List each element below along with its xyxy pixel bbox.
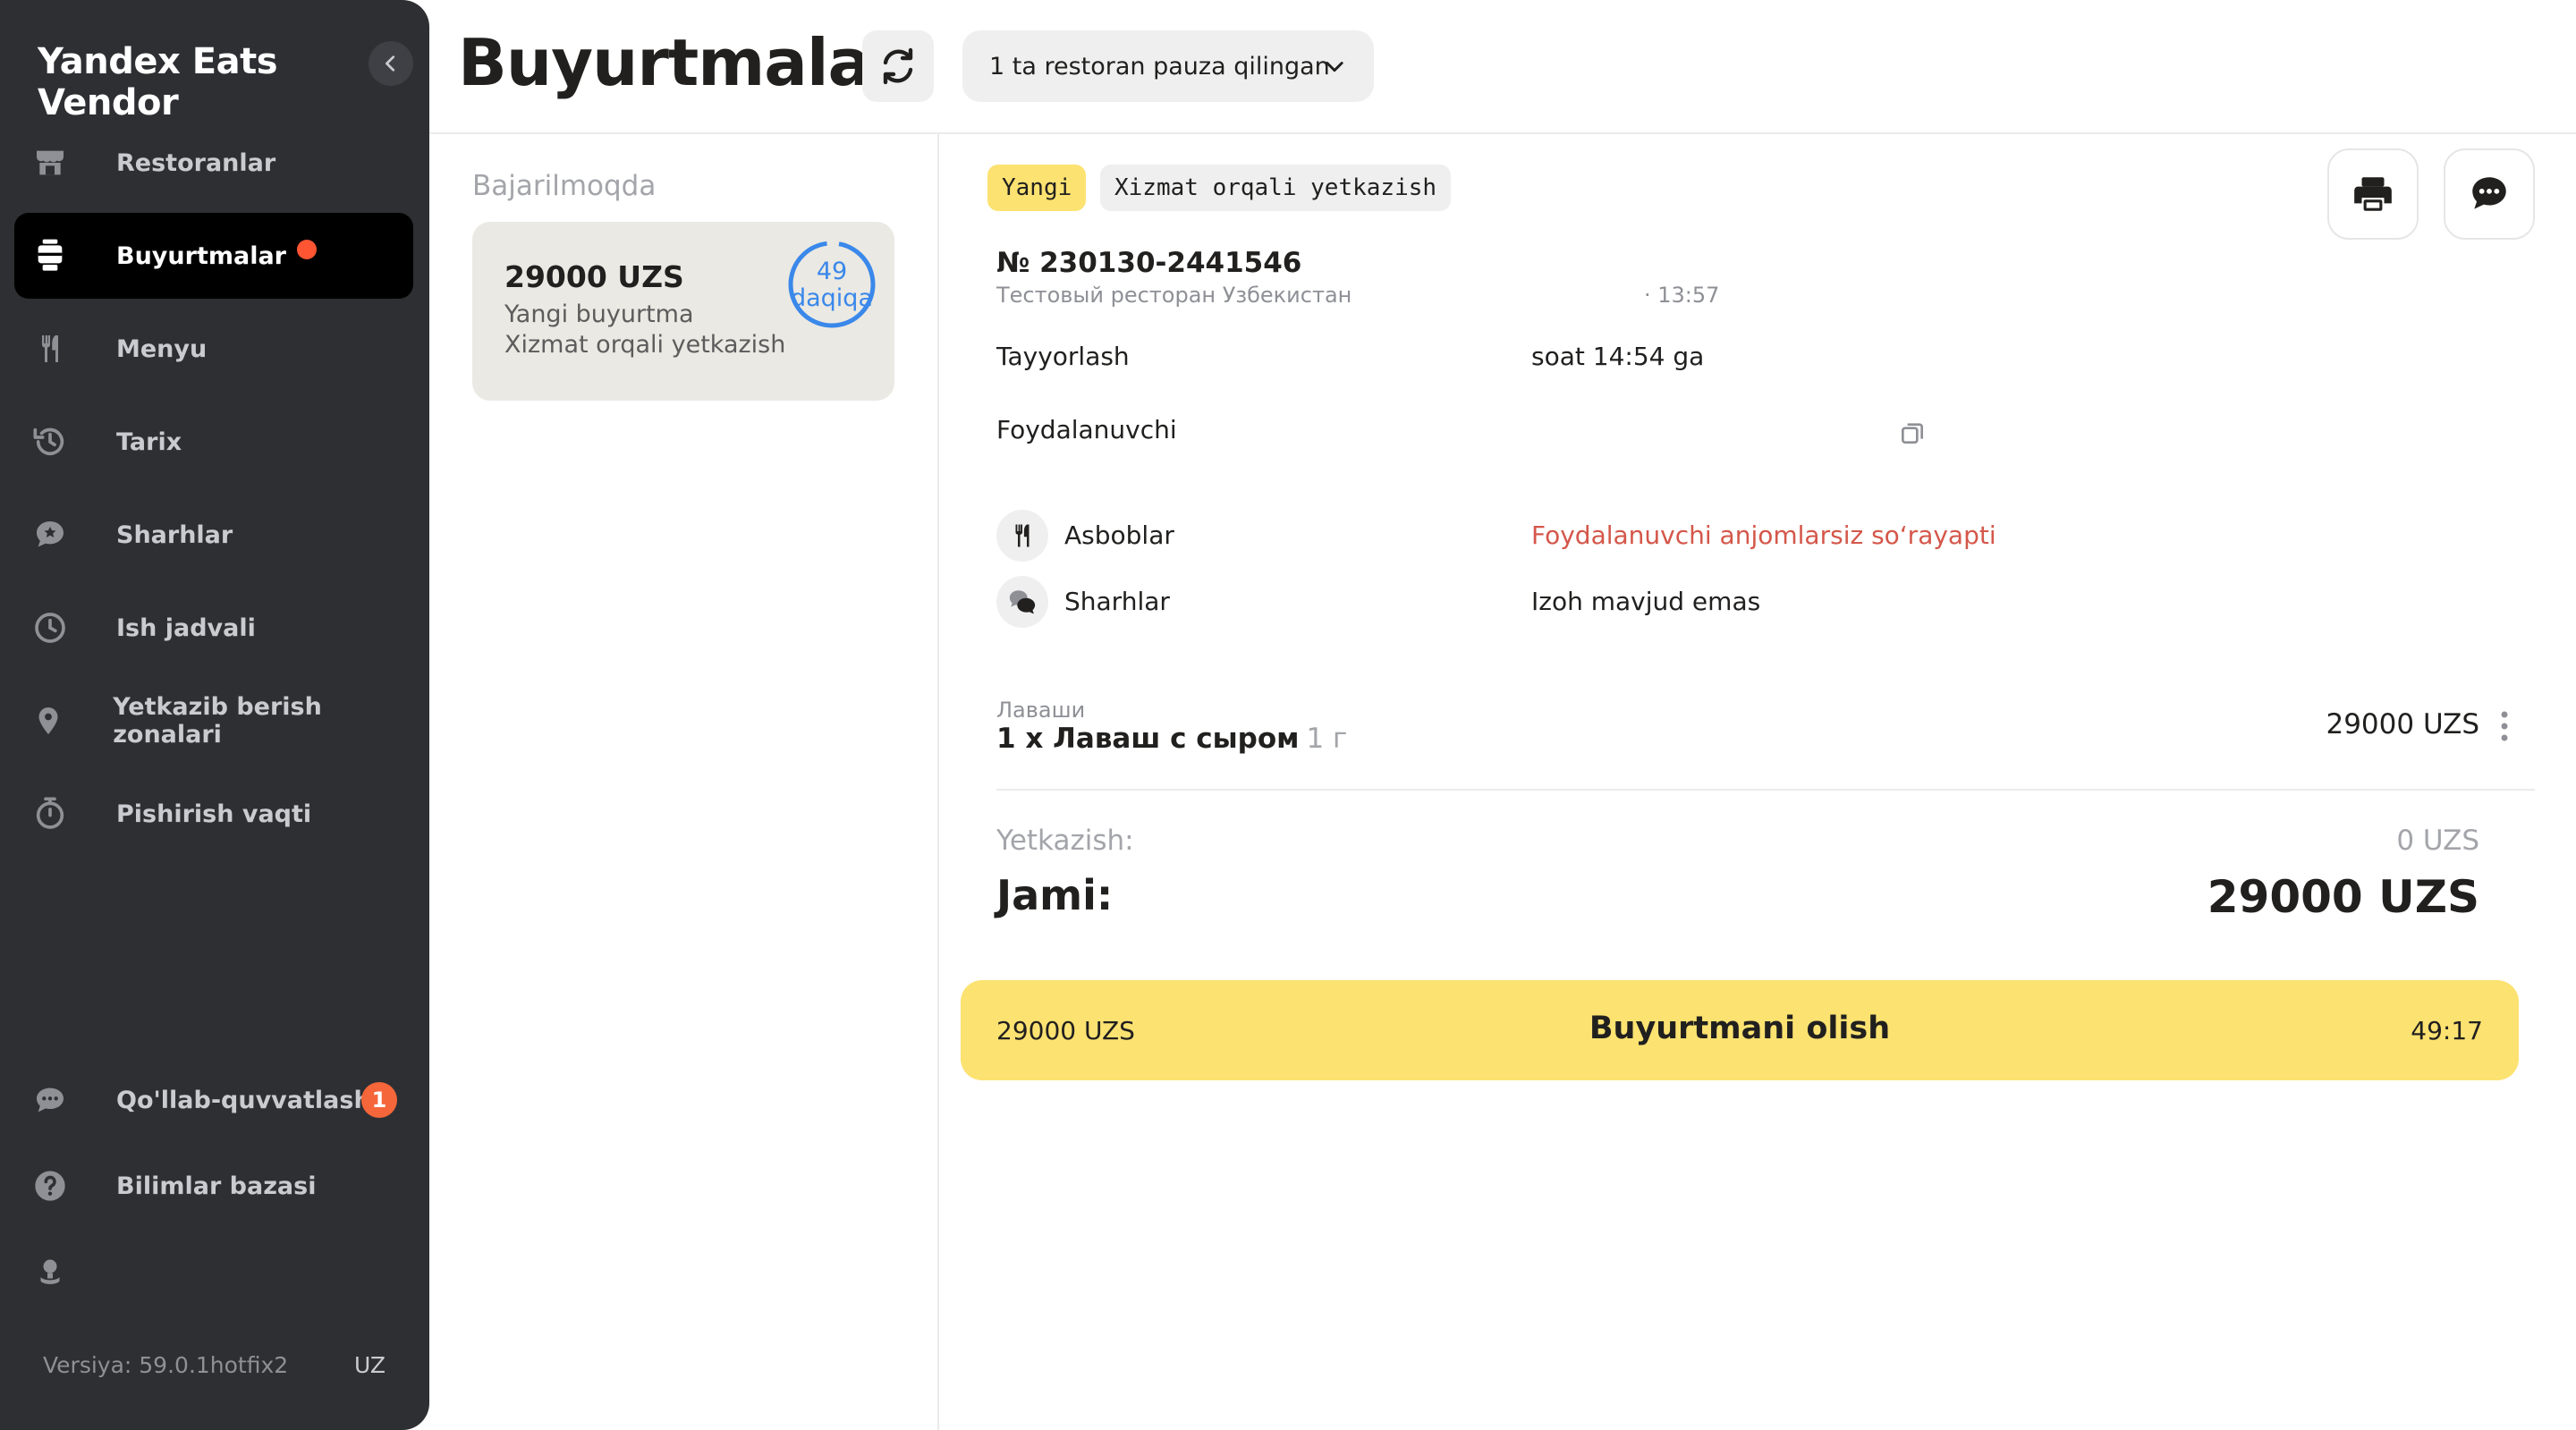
collapse-sidebar-button[interactable] — [369, 41, 413, 86]
sidebar-item-label: Pishirish vaqti — [116, 800, 312, 828]
total-value: 29000 UZS — [2207, 871, 2479, 923]
user-icon — [29, 1250, 72, 1293]
store-icon — [29, 141, 72, 184]
accept-label: Buyurtmani olish — [1589, 1011, 1891, 1046]
sidebar-item-ish-jadvali[interactable]: Ish jadvali — [14, 585, 413, 671]
tools-value: Foydalanuvchi anjomlarsiz so‘rayapti — [1531, 520, 1996, 550]
sidebar-item-label: Bilimlar bazasi — [116, 1172, 317, 1200]
order-card[interactable]: 29000 UZS Yangi buyurtma Xizmat orqali y… — [472, 222, 894, 401]
paused-restaurants-dropdown[interactable]: 1 ta restoran pauza qilingan — [962, 30, 1374, 102]
prepare-value: soat 14:54 ga — [1531, 342, 1705, 371]
delivery-tag: Xizmat orqali yetkazish — [1100, 165, 1452, 211]
sidebar-item-label: Buyurtmalar — [116, 241, 286, 270]
comments-icon-wrap — [996, 576, 1048, 628]
restaurant-name: Тестовый ресторан Узбекистан — [996, 283, 1352, 308]
status-tag: Yangi — [987, 165, 1087, 211]
notification-dot — [297, 240, 317, 259]
timer-value: 49 — [816, 258, 848, 285]
clock-icon — [29, 606, 72, 649]
section-title: Bajarilmoqda — [472, 170, 657, 202]
version-label: Versiya: 59.0.1hotfix2 — [43, 1352, 289, 1378]
sidebar-item-profile[interactable] — [14, 1229, 413, 1315]
sidebar-item-knowledge-base[interactable]: Bilimlar bazasi — [14, 1143, 413, 1229]
prepare-label: Tayyorlash — [996, 342, 1130, 371]
comments-value: Izoh mavjud emas — [1531, 587, 1761, 616]
paused-restaurants-label: 1 ta restoran pauza qilingan — [989, 52, 1330, 80]
summary-divider — [996, 789, 2535, 791]
accept-order-button[interactable]: 29000 UZS Buyurtmani olish 49:17 — [961, 980, 2519, 1080]
sidebar-item-restoranlar[interactable]: Restoranlar — [14, 120, 413, 206]
order-card-timer: 49 daqiqa — [787, 240, 877, 329]
timer-unit: daqiqa — [790, 284, 873, 312]
delivery-fee-value: 0 UZS — [2396, 825, 2479, 857]
customer-label: Foydalanuvchi — [996, 415, 1177, 444]
location-pin-icon — [29, 699, 68, 742]
delivery-fee-label: Yetkazish: — [996, 825, 1134, 857]
item-weight: 1 г — [1306, 723, 1348, 755]
item-name: 1 x Лаваш с сыром — [996, 723, 1300, 755]
sidebar-item-support[interactable]: Qo'llab-quvvatlash 1 — [14, 1057, 413, 1143]
help-icon — [29, 1164, 72, 1207]
sidebar: Yandex Eats Vendor Restoranlar Buyurtmal… — [0, 0, 429, 1430]
chevron-down-icon — [1326, 62, 1343, 72]
order-card-price: 29000 UZS — [504, 259, 684, 294]
comments-label: Sharhlar — [1064, 587, 1170, 616]
stopwatch-icon — [29, 792, 72, 835]
chevron-left-icon — [386, 55, 395, 72]
sidebar-item-label: Qo'llab-quvvatlash — [116, 1086, 371, 1114]
page-title: Buyurtmalar — [458, 25, 902, 100]
item-category: Лаваши — [996, 698, 1086, 723]
sidebar-item-label: Restoranlar — [116, 148, 276, 177]
sidebar-item-label: Ish jadvali — [116, 613, 256, 642]
total-label: Jami: — [996, 871, 1114, 919]
sidebar-item-label: Yetkazib berish zonalari — [113, 693, 322, 749]
tools-icon-wrap — [996, 510, 1048, 562]
support-badge: 1 — [361, 1082, 397, 1118]
accept-timer: 49:17 — [2411, 1016, 2483, 1045]
language-switch[interactable]: UZ — [354, 1352, 386, 1378]
orders-icon — [29, 234, 72, 277]
sidebar-item-pishirish-vaqti[interactable]: Pishirish vaqti — [14, 771, 413, 857]
sidebar-item-label: Sharhlar — [116, 520, 233, 549]
chat-icon — [2472, 177, 2506, 209]
sidebar-item-sharhlar[interactable]: Sharhlar — [14, 492, 413, 578]
fork-knife-icon — [1015, 524, 1030, 547]
sidebar-item-label: Menyu — [116, 334, 208, 363]
sidebar-item-tarix[interactable]: Tarix — [14, 399, 413, 485]
comments-icon — [1009, 590, 1036, 614]
refresh-icon — [883, 47, 913, 85]
order-card-status: Yangi buyurtma — [504, 300, 694, 328]
support-chat-icon — [29, 1079, 72, 1121]
refresh-button[interactable] — [862, 30, 934, 102]
copy-icon[interactable] — [1898, 419, 1927, 447]
order-item: 1 x Лаваш с сыром 1 г — [996, 723, 1347, 755]
tools-label: Asboblar — [1064, 520, 1174, 550]
order-card-delivery-type: Xizmat orqali yetkazish — [504, 331, 786, 359]
print-button[interactable] — [2327, 148, 2419, 240]
history-icon — [29, 420, 72, 463]
fork-knife-icon — [29, 327, 72, 370]
header-divider — [429, 132, 2576, 134]
order-time: · 13:57 — [1644, 283, 1720, 308]
chat-button[interactable] — [2444, 148, 2535, 240]
sidebar-item-label: Tarix — [116, 427, 182, 456]
printer-icon — [2354, 177, 2392, 211]
reviews-icon — [29, 513, 72, 556]
column-divider — [937, 134, 939, 1430]
sidebar-item-buyurtmalar[interactable]: Buyurtmalar — [14, 213, 413, 299]
sidebar-item-menyu[interactable]: Menyu — [14, 306, 413, 392]
order-number: № 230130-2441546 — [996, 247, 1302, 279]
sidebar-item-yetkazib-berish-zonalari[interactable]: Yetkazib berish zonalari — [14, 678, 413, 764]
item-price: 29000 UZS — [2326, 708, 2479, 740]
more-vertical-icon[interactable] — [2499, 710, 2510, 742]
